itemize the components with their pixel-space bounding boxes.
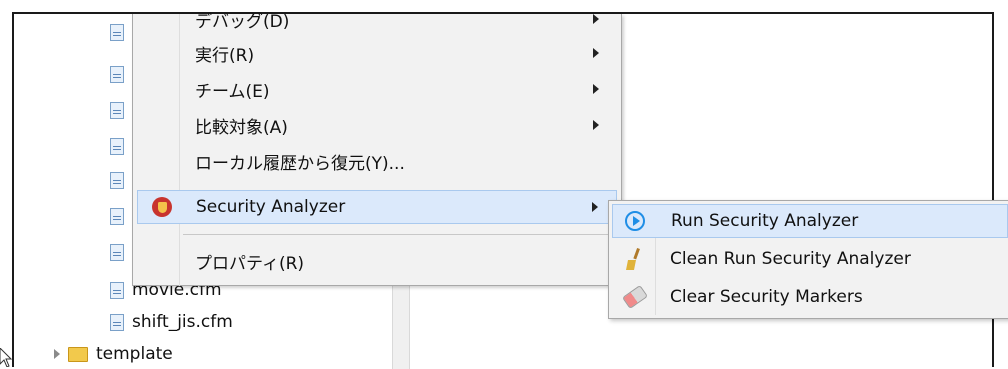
file-icon	[110, 281, 124, 299]
tree-item[interactable]	[110, 238, 124, 266]
menu-item-label: ローカル履歴から復元(Y)...	[195, 153, 405, 174]
file-icon	[110, 65, 124, 83]
submenu-arrow-icon	[593, 48, 599, 58]
menu-item-label: プロパティ(R)	[195, 253, 305, 274]
file-icon	[110, 101, 124, 119]
submenu-item-run-security-analyzer[interactable]: Run Security Analyzer	[612, 204, 1008, 238]
run-icon	[625, 211, 645, 231]
workbench-frame: movie.cfm shift_jis.cfm template デバッグ(D)…	[12, 12, 1008, 369]
file-icon	[110, 207, 124, 225]
file-icon	[110, 313, 124, 331]
menu-item-security-analyzer[interactable]: Security Analyzer	[137, 190, 617, 224]
cursor-icon	[0, 348, 12, 367]
submenu-item-label: Clear Security Markers	[670, 287, 863, 307]
tree-item-label: shift_jis.cfm	[132, 312, 233, 332]
expand-arrow-icon[interactable]	[54, 349, 60, 359]
tree-item-shift-jis[interactable]: shift_jis.cfm	[110, 308, 233, 336]
context-menu: デバッグ(D) 実行(R) チーム(E) 比較対象(A) ローカル履歴から復元(…	[132, 12, 622, 286]
submenu-arrow-icon	[593, 84, 599, 94]
submenu-arrow-icon	[593, 120, 599, 130]
broom-icon	[626, 248, 640, 270]
file-icon	[110, 171, 124, 189]
security-analyzer-submenu: Run Security Analyzer Clean Run Security…	[608, 200, 1008, 319]
menu-item-label: Security Analyzer	[196, 197, 346, 217]
security-analyzer-icon	[152, 197, 172, 217]
submenu-item-label: Clean Run Security Analyzer	[670, 249, 911, 269]
tree-item[interactable]	[110, 60, 124, 88]
menu-item-debug[interactable]: デバッグ(D)	[137, 2, 617, 36]
tree-item[interactable]	[110, 202, 124, 230]
file-icon	[110, 23, 124, 41]
menu-item-run[interactable]: 実行(R)	[137, 36, 617, 70]
tree-item[interactable]	[110, 96, 124, 124]
file-icon	[110, 243, 124, 261]
tree-item[interactable]	[110, 166, 124, 194]
menu-item-properties[interactable]: プロパティ(R)	[137, 244, 617, 278]
menu-item-label: 比較対象(A)	[195, 117, 288, 138]
menu-separator	[183, 234, 615, 235]
menu-item-label: デバッグ(D)	[195, 11, 290, 32]
tree-item[interactable]	[110, 132, 124, 160]
folder-icon	[68, 346, 88, 362]
submenu-arrow-icon	[592, 202, 598, 212]
menu-item-restore-local-history[interactable]: ローカル履歴から復元(Y)...	[137, 144, 617, 178]
submenu-arrow-icon	[593, 14, 599, 24]
tree-item-template-folder[interactable]: template	[54, 340, 173, 368]
submenu-item-clear-security-markers[interactable]: Clear Security Markers	[612, 280, 1008, 314]
menu-item-label: 実行(R)	[195, 45, 255, 66]
tree-item[interactable]	[110, 18, 124, 46]
menu-item-label: チーム(E)	[195, 81, 270, 102]
file-icon	[110, 137, 124, 155]
tree-item-label: template	[96, 344, 173, 364]
menu-item-team[interactable]: チーム(E)	[137, 72, 617, 106]
submenu-item-clean-run-security-analyzer[interactable]: Clean Run Security Analyzer	[612, 242, 1008, 276]
submenu-item-label: Run Security Analyzer	[671, 211, 859, 231]
eraser-icon	[621, 284, 649, 310]
menu-item-compare-with[interactable]: 比較対象(A)	[137, 108, 617, 142]
